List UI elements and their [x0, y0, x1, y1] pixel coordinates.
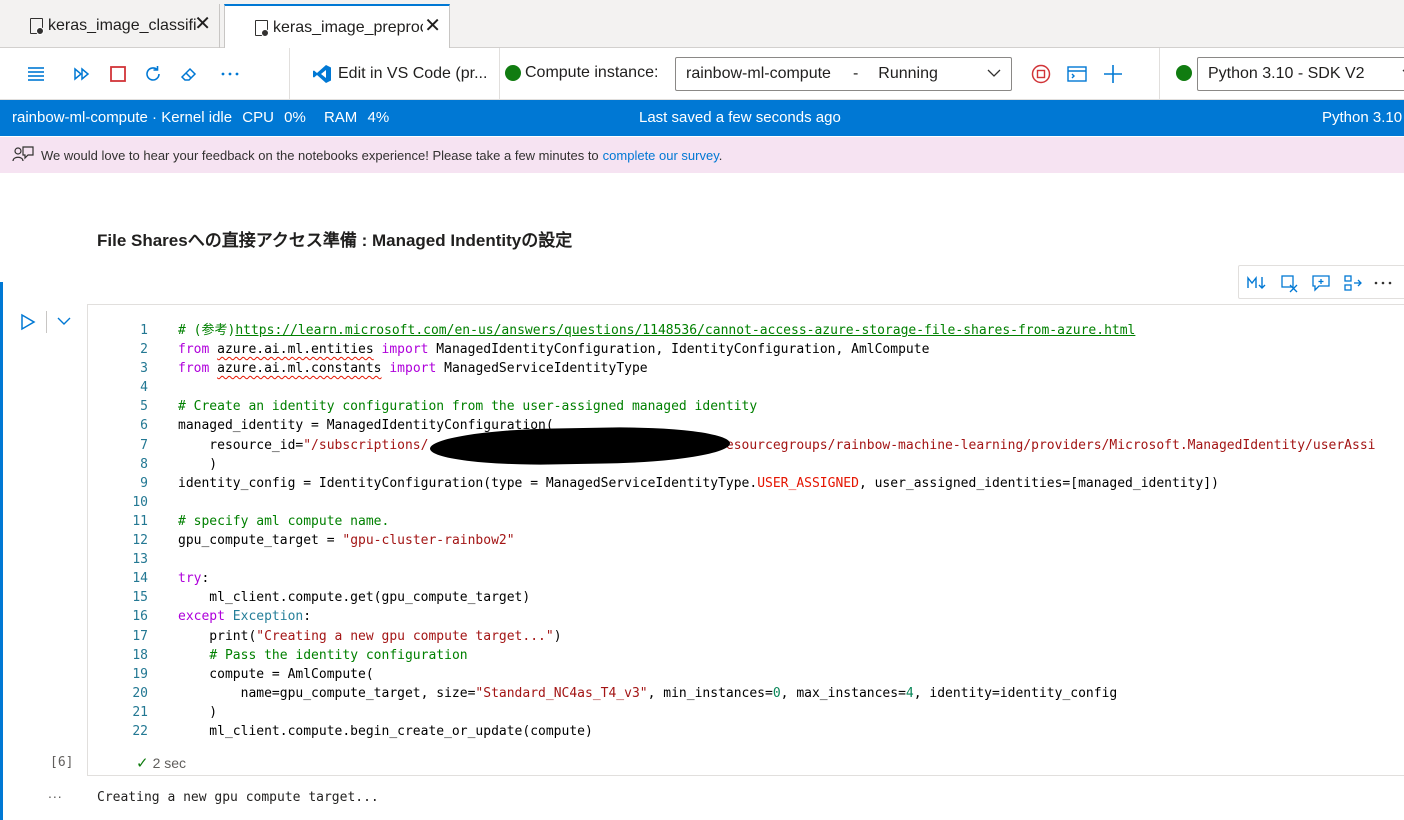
- execution-duration: 2 sec: [152, 755, 187, 771]
- kernel-language: Python 3.10: [1322, 109, 1403, 126]
- tab-keras-image-classification[interactable]: keras_image_classifica ✕: [0, 4, 220, 48]
- feedback-icon: [12, 146, 34, 162]
- edit-in-vscode-label: Edit in VS Code (pr...: [338, 65, 488, 82]
- code-line: 22 ml_client.compute.begin_create_or_upd…: [132, 723, 593, 739]
- ram-label: RAM: [323, 109, 358, 126]
- ram-value: 4%: [367, 109, 390, 126]
- cpu-label: CPU: [242, 109, 274, 126]
- code-line: 15 ml_client.compute.get(gpu_compute_tar…: [132, 590, 531, 606]
- code-line: 3 from azure.ai.ml.constants import Manag…: [140, 361, 648, 377]
- more-options-icon[interactable]: [218, 62, 242, 86]
- code-line: 8 ): [140, 456, 218, 472]
- execution-time: ✓ 2 sec: [136, 754, 186, 772]
- code-line: 12 gpu_compute_target = "gpu-cluster-rain…: [132, 533, 515, 549]
- add-comment-icon[interactable]: [1311, 273, 1331, 293]
- clear-cell-output-icon[interactable]: [1279, 273, 1299, 293]
- vscode-icon: [313, 65, 331, 83]
- cell-toolbar: [1238, 265, 1404, 299]
- compute-status: rainbow-ml-compute · Kernel idle CPU 0% …: [12, 109, 395, 126]
- stop-compute-icon[interactable]: [1029, 62, 1053, 86]
- code-cell-editor[interactable]: 1 # (参考)https://learn.microsoft.com/en-us…: [87, 304, 1404, 776]
- close-icon[interactable]: ✕: [424, 16, 441, 36]
- run-cell-icon[interactable]: [20, 313, 36, 331]
- code-lines: 1 # (参考)https://learn.microsoft.com/en-us…: [88, 321, 1404, 741]
- toolbar-divider: [1159, 48, 1160, 100]
- run-all-icon[interactable]: [70, 62, 94, 86]
- split-cell-icon[interactable]: [1343, 273, 1363, 293]
- code-line: 13: [132, 552, 148, 568]
- compute-separator: -: [852, 65, 859, 82]
- tab-bar: keras_image_classifica ✕ keras_image_pre…: [0, 0, 1404, 49]
- compute-state: Running: [878, 65, 938, 82]
- kernel-name: Python 3.10 - SDK V2: [1208, 65, 1365, 82]
- cell-more-options-icon[interactable]: [1373, 273, 1393, 293]
- code-line: 7 resource_id="/subscriptions/ /resource…: [140, 437, 1376, 453]
- kernel-status-bar: rainbow-ml-compute · Kernel idle CPU 0% …: [0, 100, 1404, 136]
- notebook-file-icon: [255, 20, 269, 37]
- toolbar-divider: [289, 48, 290, 100]
- cell-output: Creating a new gpu compute target...: [97, 790, 379, 805]
- tab-label: keras_image_preproc: [273, 19, 423, 36]
- feedback-text: We would love to hear your feedback on t…: [41, 148, 722, 163]
- active-cell-indicator: [0, 282, 3, 820]
- menu-icon[interactable]: [24, 62, 48, 86]
- kernel-select[interactable]: Python 3.10 - SDK V2: [1197, 57, 1404, 91]
- survey-link[interactable]: complete our survey: [603, 148, 719, 163]
- code-line: 21 ): [132, 704, 218, 720]
- code-line: 2 from azure.ai.ml.entities import Manage…: [140, 342, 930, 358]
- code-line: 1 # (参考)https://learn.microsoft.com/en-us…: [140, 323, 1136, 338]
- code-line: 6 managed_identity = ManagedIdentityConfi…: [140, 418, 554, 434]
- feedback-end: .: [718, 148, 723, 163]
- notebook-file-icon: [30, 18, 44, 35]
- compute-instance-select[interactable]: rainbow-ml-compute - Running: [675, 57, 1012, 91]
- chevron-down-icon[interactable]: [56, 313, 72, 329]
- compute-name: rainbow-ml-compute: [686, 65, 831, 82]
- code-line: 17 print("Creating a new gpu compute tar…: [132, 628, 562, 644]
- cpu-value: 0%: [284, 109, 306, 126]
- code-line: 11 # specify aml compute name.: [132, 513, 390, 529]
- code-line: 9 identity_config = IdentityConfiguration…: [140, 475, 1219, 491]
- restart-kernel-icon[interactable]: [141, 62, 165, 86]
- edit-in-vscode-button[interactable]: Edit in VS Code (pr...: [312, 62, 487, 86]
- markdown-toggle-icon[interactable]: [1247, 273, 1267, 293]
- code-line: 14 try:: [132, 571, 210, 587]
- feedback-message: We would love to hear your feedback on t…: [41, 148, 599, 163]
- code-line: 18 # Pass the identity configuration: [132, 647, 468, 663]
- terminal-icon[interactable]: [1065, 62, 1089, 86]
- tab-label: keras_image_classifica: [48, 17, 196, 34]
- code-line: 10: [132, 494, 148, 510]
- feedback-banner: We would love to hear your feedback on t…: [0, 137, 1404, 173]
- execution-count: [6]: [50, 755, 74, 770]
- save-status: Last saved a few seconds ago: [639, 109, 841, 126]
- code-line: 4: [140, 380, 148, 396]
- clear-outputs-icon[interactable]: [177, 62, 201, 86]
- compute-status-icon: [505, 65, 521, 81]
- add-compute-icon[interactable]: [1101, 62, 1125, 86]
- toolbar-divider: [499, 48, 500, 100]
- markdown-heading: File Sharesへの直接アクセス準備 : Managed Indentit…: [97, 231, 573, 250]
- code-line: 16 except Exception:: [132, 609, 312, 625]
- kernel-status-text: rainbow-ml-compute · Kernel idle: [12, 109, 233, 126]
- kernel-status-icon: [1176, 65, 1192, 81]
- compute-instance-label: Compute instance:: [525, 64, 659, 81]
- close-icon[interactable]: ✕: [194, 14, 211, 34]
- run-divider: [46, 311, 47, 333]
- code-line: 5 # Create an identity configuration from…: [140, 399, 758, 415]
- stop-icon[interactable]: [106, 62, 130, 86]
- code-line: 20 name=gpu_compute_target, size="Standa…: [132, 685, 1118, 701]
- tab-keras-image-preprocessing[interactable]: keras_image_preproc ✕: [224, 4, 450, 49]
- output-more-icon[interactable]: ...: [48, 785, 63, 801]
- checkmark-icon: ✓: [136, 755, 149, 772]
- chevron-down-icon: [987, 69, 1001, 77]
- code-line: 19 compute = AmlCompute(: [132, 666, 374, 682]
